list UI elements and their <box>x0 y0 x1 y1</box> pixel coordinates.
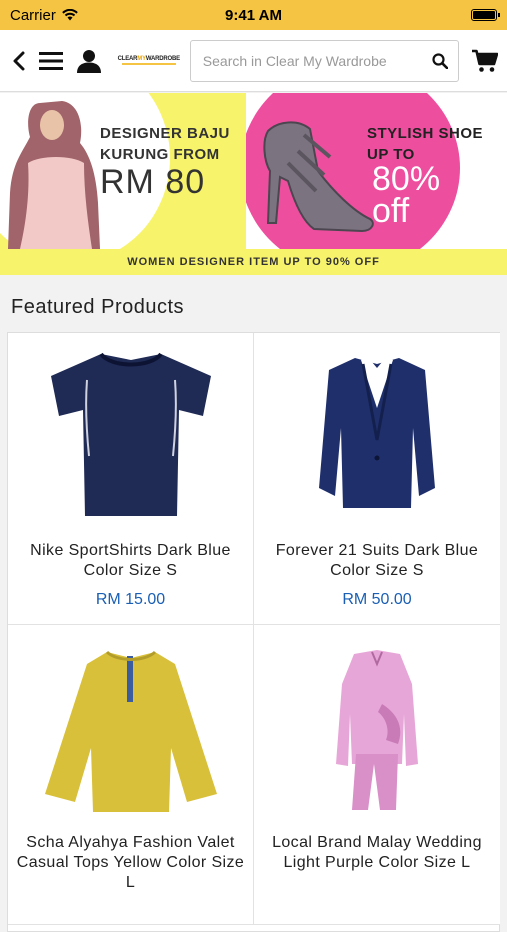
promo-banner[interactable]: DESIGNER BAJU KURUNG FROM RM 80 STYLISH S… <box>0 93 507 275</box>
banner-right-percent: 80% off <box>372 160 441 230</box>
logo-underline <box>121 63 176 65</box>
product-name[interactable]: Scha Alyahya Fashion Valet Casual Tops Y… <box>12 833 249 893</box>
account-button[interactable] <box>74 41 104 81</box>
wifi-icon <box>62 9 78 21</box>
banner-strip: WOMEN DESIGNER ITEM UP TO 90% OFF <box>0 249 507 275</box>
product-price: RM 15.00 <box>95 591 166 608</box>
status-left: Carrier <box>10 7 78 24</box>
featured-title: Featured Products <box>11 296 185 318</box>
menu-button[interactable] <box>36 41 66 81</box>
product-image[interactable] <box>8 333 254 533</box>
product-image[interactable] <box>254 333 500 533</box>
product-card[interactable]: Local Brand Malay Wedding Light Purple C… <box>254 625 500 925</box>
banner-right-headline: STYLISH SHOE UP TO <box>367 125 484 163</box>
back-button[interactable] <box>8 41 30 81</box>
cart-button[interactable] <box>471 41 499 81</box>
search-input[interactable] <box>202 52 433 69</box>
carrier-label: Carrier <box>10 6 56 24</box>
user-icon <box>76 49 101 73</box>
battery-icon <box>471 9 500 21</box>
product-name[interactable]: Nike SportShirts Dark Blue Color Size S <box>12 541 249 581</box>
blouse-icon <box>45 650 217 812</box>
brand-logo[interactable]: CLEARMYWARDROBE <box>118 56 180 65</box>
kurung-icon <box>336 649 418 810</box>
banner-left-price: RM 80 <box>100 163 206 201</box>
product-name[interactable]: Forever 21 Suits Dark Blue Color Size S <box>258 541 496 581</box>
cart-icon <box>472 49 499 72</box>
product-image[interactable] <box>8 631 254 831</box>
product-card[interactable]: Scha Alyahya Fashion Valet Casual Tops Y… <box>8 625 254 925</box>
product-card[interactable]: Forever 21 Suits Dark Blue Color Size S … <box>254 333 500 625</box>
product-image[interactable] <box>254 631 500 831</box>
banner-left-headline: DESIGNER BAJU KURUNG FROM <box>100 125 230 163</box>
model-hijab-illustration <box>8 101 100 249</box>
status-bar: Carrier 9:41 AM <box>0 0 507 30</box>
search-box[interactable] <box>189 39 460 82</box>
banner-left-panel: DESIGNER BAJU KURUNG FROM RM 80 <box>0 93 246 249</box>
shoe-illustration <box>263 121 374 233</box>
tshirt-icon <box>51 352 211 516</box>
banner-right-panel: STYLISH SHOE UP TO 80% off <box>246 93 507 249</box>
logo-wordmark: CLEARMYWARDROBE <box>117 56 181 62</box>
product-card[interactable]: Nike SportShirts Dark Blue Color Size S … <box>8 333 254 625</box>
product-grid: Nike SportShirts Dark Blue Color Size S … <box>7 332 500 932</box>
battery-fill <box>473 11 495 19</box>
nav-bar: CLEARMYWARDROBE <box>0 30 507 92</box>
hamburger-icon <box>38 51 63 70</box>
blazer-icon <box>319 356 435 508</box>
product-name[interactable]: Local Brand Malay Wedding Light Purple C… <box>258 833 496 873</box>
product-price: RM 50.00 <box>342 591 412 608</box>
search-icon[interactable] <box>432 52 449 69</box>
chevron-left-icon <box>13 51 25 70</box>
